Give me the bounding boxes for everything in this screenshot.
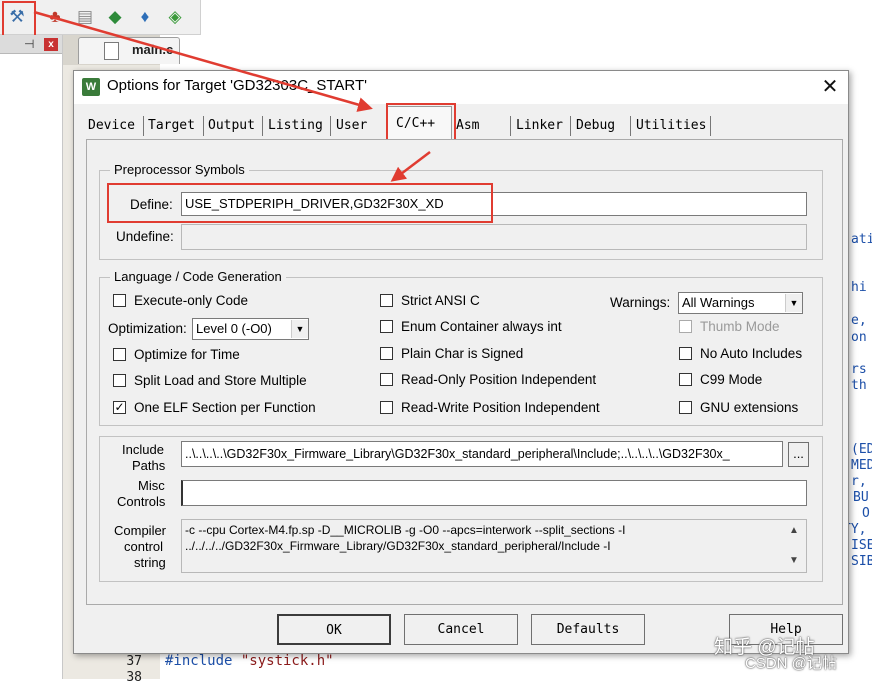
- arrow-to-define: [390, 151, 431, 182]
- arrow-to-tab: [33, 10, 373, 112]
- annotation-arrows: [33, 10, 431, 182]
- watermark-csdn: CSDN @记帖: [745, 655, 837, 672]
